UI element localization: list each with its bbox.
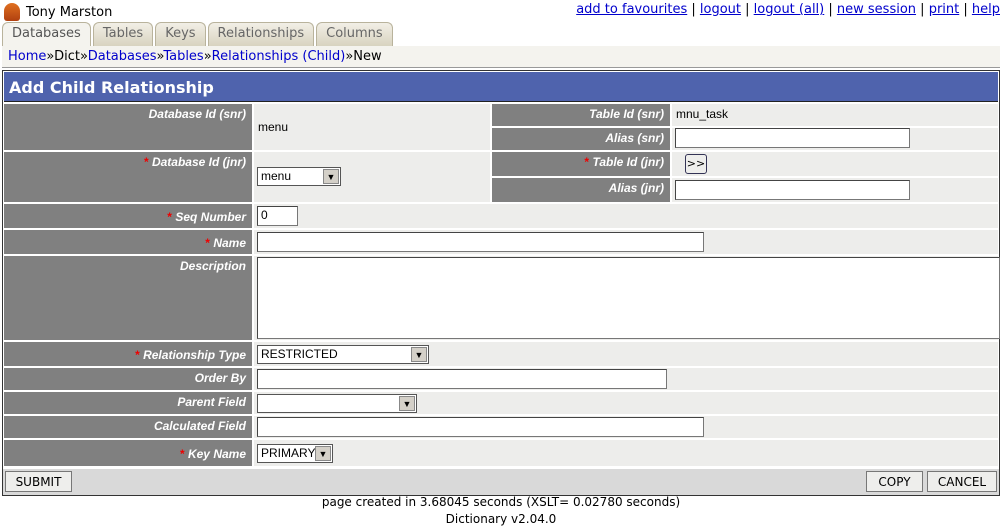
db-snr-label: Database Id (snr) bbox=[4, 104, 252, 150]
alias-snr-input[interactable] bbox=[675, 128, 910, 148]
help-link[interactable]: help bbox=[972, 2, 1000, 17]
user-name: Tony Marston bbox=[26, 4, 113, 20]
db-jnr-select[interactable]: menu ▼ bbox=[257, 167, 341, 186]
add-to-favourites-link[interactable]: add to favourites bbox=[576, 2, 687, 17]
submit-button[interactable]: SUBMIT bbox=[5, 471, 72, 492]
chevron-down-icon: ▼ bbox=[411, 347, 427, 362]
seq-label: * Seq Number bbox=[4, 204, 252, 228]
db-jnr-label: * Database Id (jnr) bbox=[4, 152, 252, 202]
crumb-sep: » bbox=[80, 49, 88, 64]
tab-databases[interactable]: Databases bbox=[2, 22, 91, 47]
db-jnr-label-text: Database Id (jnr) bbox=[151, 155, 246, 169]
orderby-label: Order By bbox=[4, 368, 252, 390]
page-timing: page created in 3.68045 seconds (XSLT= 0… bbox=[321, 495, 681, 509]
crumb-sep: » bbox=[203, 49, 212, 64]
new-session-link[interactable]: new session bbox=[837, 2, 916, 17]
key-name-label: * Key Name bbox=[4, 440, 252, 466]
chevron-down-icon: ▼ bbox=[323, 169, 339, 184]
table-snr-label: Table Id (snr) bbox=[492, 104, 670, 126]
copy-button[interactable]: COPY bbox=[866, 471, 923, 492]
parent-field-label: Parent Field bbox=[4, 392, 252, 414]
table-jnr-label-text: Table Id (jnr) bbox=[592, 155, 664, 169]
tab-bar: Databases Tables Keys Relationships Colu… bbox=[2, 22, 393, 47]
tab-relationships[interactable]: Relationships bbox=[207, 22, 315, 46]
alias-jnr-label: Alias (jnr) bbox=[492, 178, 670, 202]
seq-label-text: Seq Number bbox=[175, 210, 246, 224]
table-jnr-lookup-button[interactable]: >> bbox=[685, 154, 707, 174]
required-mark: * bbox=[135, 348, 140, 362]
table-snr-value: mnu_task bbox=[672, 104, 998, 126]
page-title: Add Child Relationship bbox=[4, 72, 998, 102]
reltype-value: RESTRICTED bbox=[261, 347, 338, 361]
crumb-relationships[interactable]: Relationships (Child) bbox=[212, 49, 346, 64]
user-info: Tony Marston bbox=[4, 3, 112, 21]
user-avatar-icon bbox=[4, 3, 20, 21]
order-by-input[interactable] bbox=[257, 369, 667, 389]
cancel-button[interactable]: CANCEL bbox=[927, 471, 997, 492]
parent-field-select[interactable]: ▼ bbox=[257, 394, 417, 413]
alias-snr-label: Alias (snr) bbox=[492, 128, 670, 150]
logout-all-link[interactable]: logout (all) bbox=[754, 2, 825, 17]
crumb-home[interactable]: Home bbox=[8, 49, 46, 64]
required-mark: * bbox=[205, 236, 210, 250]
name-label-text: Name bbox=[213, 236, 246, 250]
table-jnr-label: * Table Id (jnr) bbox=[492, 152, 670, 176]
tab-columns[interactable]: Columns bbox=[316, 22, 393, 46]
calculated-field-label: Calculated Field bbox=[4, 416, 252, 438]
required-mark: * bbox=[143, 155, 149, 169]
description-label: Description bbox=[4, 256, 252, 340]
name-label: * Name bbox=[4, 230, 252, 254]
tab-keys[interactable]: Keys bbox=[155, 22, 206, 46]
description-textarea[interactable] bbox=[257, 257, 1000, 339]
key-name-select[interactable]: PRIMARY ▼ bbox=[257, 444, 333, 463]
crumb-current: New bbox=[353, 49, 382, 64]
key-cell bbox=[254, 440, 998, 466]
print-link[interactable]: print bbox=[929, 2, 960, 17]
db-snr-value: menu bbox=[254, 104, 490, 150]
chevron-down-icon: ▼ bbox=[399, 396, 415, 411]
chevron-down-icon: ▼ bbox=[315, 446, 331, 461]
required-mark: * bbox=[167, 210, 172, 224]
top-links: add to favourites | logout | logout (all… bbox=[576, 2, 1000, 17]
crumb-dict: Dict bbox=[54, 49, 80, 64]
crumb-sep: » bbox=[46, 49, 55, 64]
name-input[interactable] bbox=[257, 232, 704, 252]
crumb-tables[interactable]: Tables bbox=[163, 49, 203, 64]
breadcrumb: Home»Dict»Databases»Tables»Relationships… bbox=[2, 46, 1000, 68]
alias-jnr-input[interactable] bbox=[675, 180, 910, 200]
key-label-text: Key Name bbox=[187, 447, 246, 461]
reltype-label-text: Relationship Type bbox=[143, 348, 246, 362]
db-jnr-value: menu bbox=[261, 169, 292, 183]
logout-link[interactable]: logout bbox=[700, 2, 741, 17]
seq-number-input[interactable]: 0 bbox=[257, 206, 298, 226]
key-value: PRIMARY bbox=[261, 446, 316, 460]
required-mark: * bbox=[179, 447, 185, 461]
seq-cell bbox=[254, 204, 998, 228]
relationship-type-select[interactable]: RESTRICTED ▼ bbox=[257, 345, 429, 364]
table-jnr-cell bbox=[672, 152, 998, 176]
app-version: Dictionary v2.04.0 bbox=[445, 512, 557, 526]
action-bar bbox=[3, 469, 999, 495]
reltype-label: * Relationship Type bbox=[4, 342, 252, 366]
required-mark: * bbox=[584, 155, 590, 169]
tab-tables[interactable]: Tables bbox=[92, 22, 154, 46]
crumb-databases[interactable]: Databases bbox=[88, 49, 157, 64]
calculated-field-input[interactable] bbox=[257, 417, 704, 437]
